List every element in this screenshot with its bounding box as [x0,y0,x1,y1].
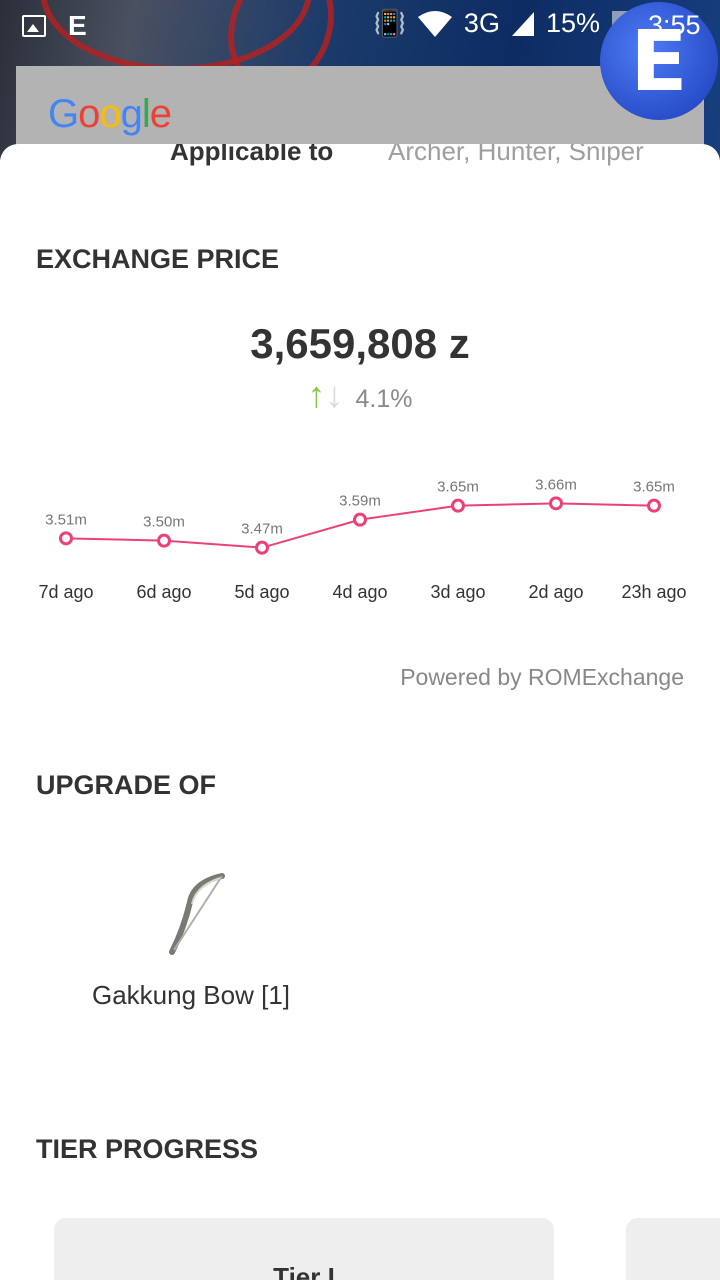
exchange-price-title: EXCHANGE PRICE [36,244,280,274]
x-axis-label: 6d ago [136,582,191,602]
price-point[interactable] [451,498,465,513]
network-type: 3G [463,8,500,38]
powered-by-text: Powered by ROMExchange [400,664,684,690]
arrow-down-icon: ↓ [325,374,344,415]
tier-card-next[interactable] [626,1218,720,1280]
clock: 3:55 [648,10,701,40]
price-point-label: 3.65m [633,479,675,496]
x-axis-label: 2d ago [528,582,583,602]
x-axis-label: 3d ago [430,582,485,602]
price-point[interactable] [647,498,661,513]
item-detail-sheet: Applicable to Archer, Hunter, Sniper EXC… [0,144,720,1280]
price-point-label: 3.47m [241,521,283,538]
price-point[interactable] [157,533,171,548]
upgrade-of-title: UPGRADE OF [36,770,217,800]
price-point-label: 3.59m [339,493,381,510]
arrow-up-icon: ↑ [307,374,326,415]
tier-card[interactable]: Tier I [54,1218,554,1280]
x-axis-label: 23h ago [621,582,686,602]
tier-card-label: Tier I [273,1262,335,1280]
x-axis-label: 4d ago [332,582,387,602]
bow-icon[interactable] [164,872,228,956]
price-point[interactable] [353,512,367,527]
x-axis-label: 5d ago [234,582,289,602]
price-point-label: 3.50m [143,514,185,531]
price-point[interactable] [255,540,269,555]
battery-percent: 15% [545,8,600,38]
applicable-value: Archer, Hunter, Sniper [388,144,644,166]
wifi-icon [417,10,452,37]
google-logo: Google [48,92,172,136]
price-point[interactable] [549,496,563,511]
applicable-row: Applicable to Archer, Hunter, Sniper [0,144,720,176]
price-point-label: 3.65m [437,479,479,496]
tier-progress-title: TIER PROGRESS [36,1134,259,1164]
price-change: ↑↓ 4.1% [0,374,720,416]
upgrade-item-name[interactable]: Gakkung Bow [1] [92,980,290,1011]
signal-icon [511,11,534,36]
price-point-label: 3.51m [45,511,87,528]
price-point[interactable] [59,531,73,546]
x-axis-label: 7d ago [38,582,93,602]
price-point-label: 3.66m [535,476,577,493]
vibrate-icon: 📳 [373,8,406,38]
price-history-chart: 3.51m 7d ago 3.50m 6d ago 3.47m 5d ago 3.59m 4d… [38,476,686,602]
applicable-label: Applicable to [170,144,334,166]
price-change-percent: 4.1% [355,385,413,413]
image-notification-icon [22,15,46,37]
exchange-price-value: 3,659,808 z [250,320,470,367]
app-notification-icon: E [68,10,87,41]
